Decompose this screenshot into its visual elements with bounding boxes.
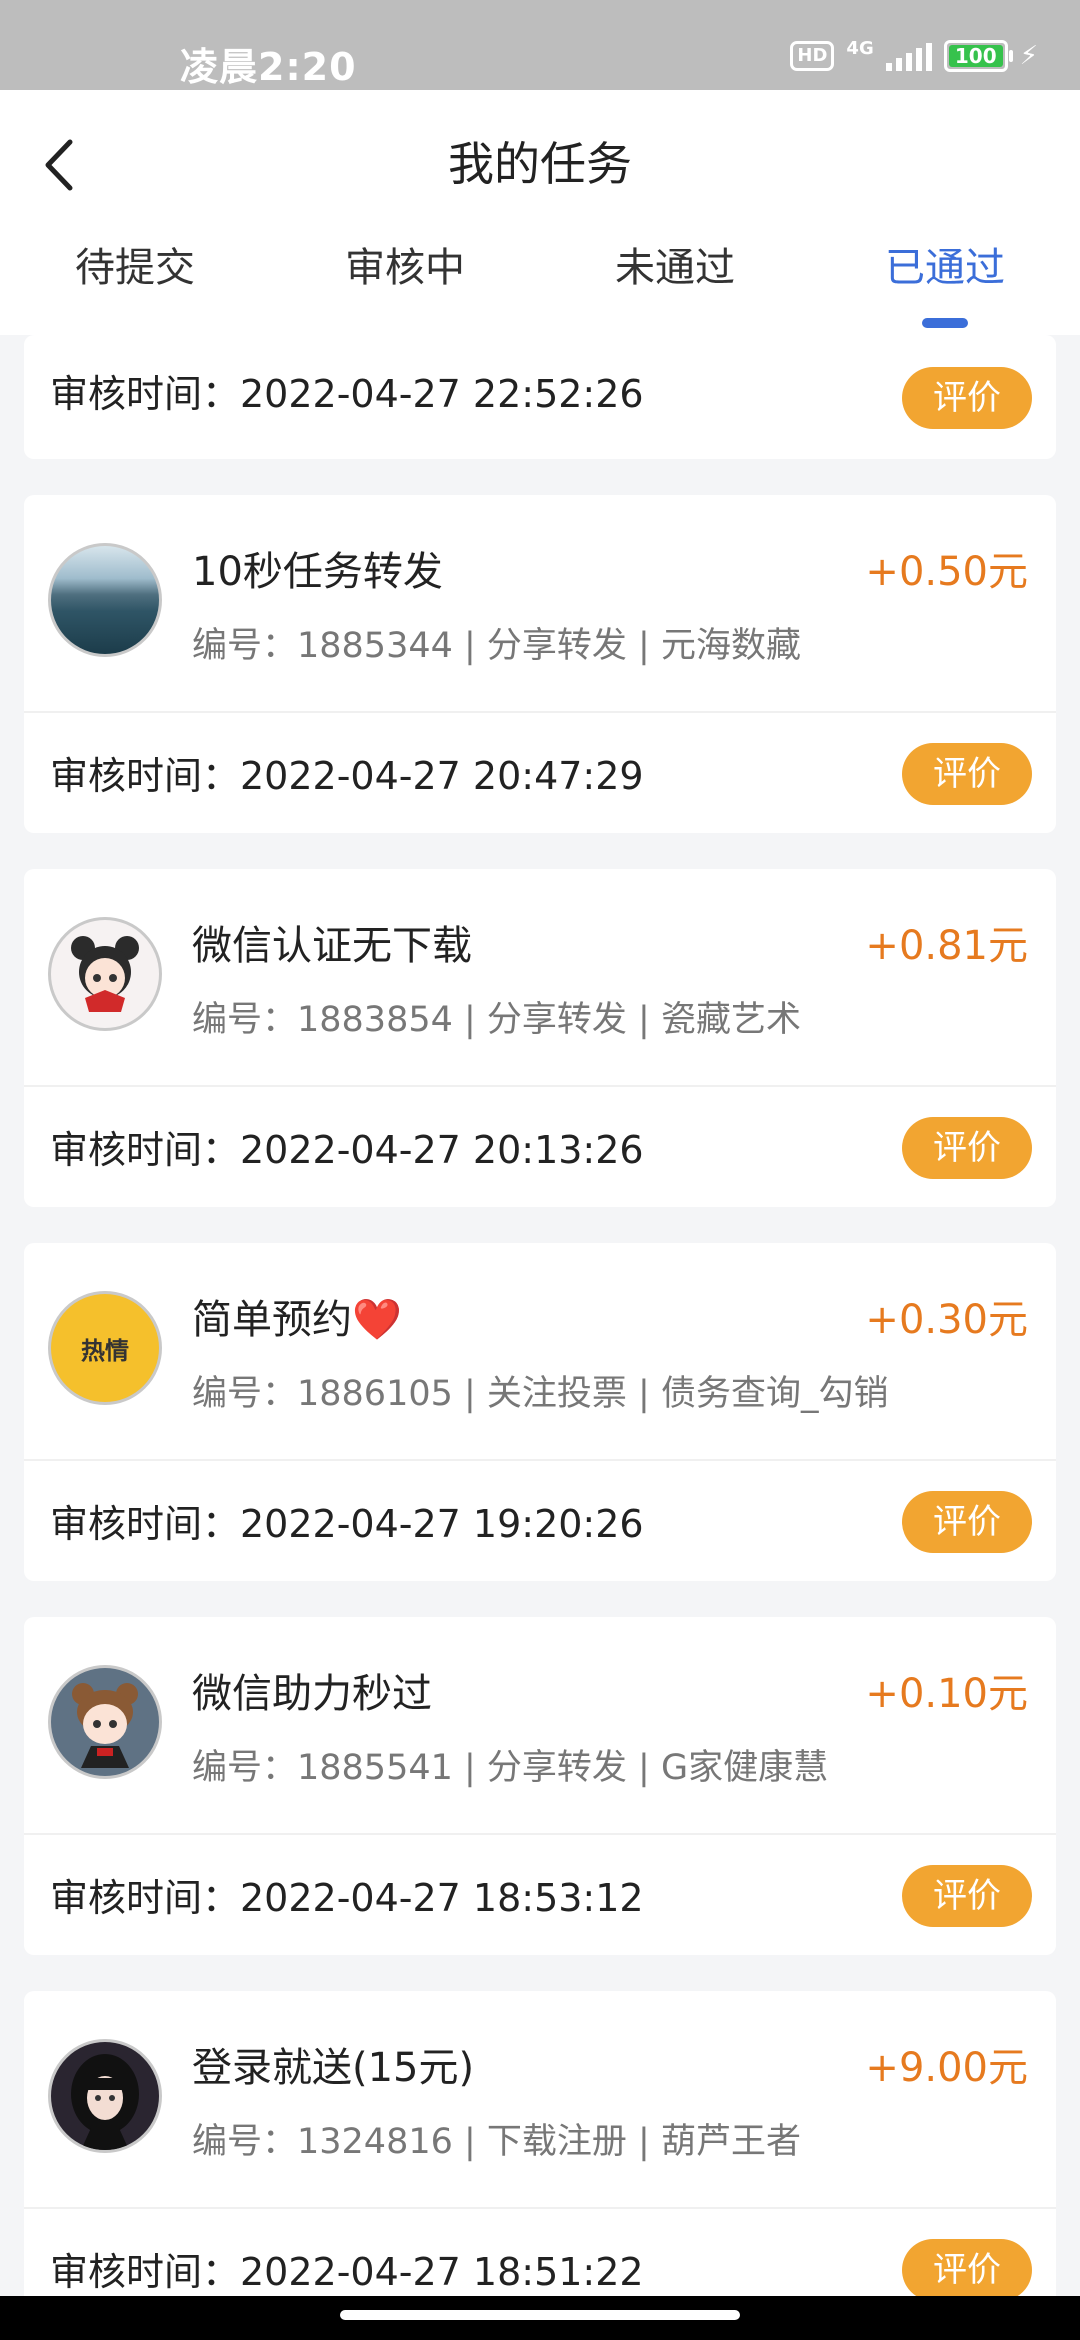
hot-badge-avatar: 热情 [48, 1291, 162, 1405]
app-header: 我的任务 待提交 审核中 未通过 已通过 [0, 90, 1080, 335]
cartoon-girl-avatar [48, 917, 162, 1031]
tab-pending-submit[interactable]: 待提交 [0, 238, 270, 335]
task-reward: +0.10元 [865, 1671, 1028, 1717]
tab-label: 未通过 [615, 245, 735, 291]
review-time: 审核时间：2022-04-27 22:52:26 [50, 372, 644, 416]
hd-icon: HD [790, 41, 835, 71]
task-card[interactable]: 登录就送(15元) +9.00元 编号：1324816 | 下载注册 | 葫芦王… [24, 1991, 1056, 2329]
task-meta: 编号：1324816 | 下载注册 | 葫芦王者 [192, 2122, 801, 2162]
review-time: 审核时间：2022-04-27 18:53:12 [50, 1876, 644, 1920]
signal-icon [885, 41, 932, 71]
battery-level: 100 [954, 44, 997, 68]
network-type: 4G [846, 38, 874, 59]
task-reward: +0.30元 [865, 1297, 1028, 1343]
active-tab-indicator [922, 318, 968, 328]
task-name: 登录就送(15元) [192, 2045, 475, 2091]
avatar-text: 热情 [81, 1336, 129, 1365]
tab-label: 审核中 [345, 245, 465, 291]
review-time: 审核时间：2022-04-27 19:20:26 [50, 1502, 644, 1546]
rate-button[interactable]: 评价 [902, 1491, 1032, 1553]
task-card-partial[interactable]: 审核时间：2022-04-27 22:52:26 评价 [24, 335, 1056, 459]
page-title: 我的任务 [448, 137, 632, 191]
task-name: 微信助力秒过 [192, 1671, 432, 1717]
tab-bar: 待提交 审核中 未通过 已通过 [0, 238, 1080, 335]
status-icons: HD 4G 100 ⚡ [790, 40, 1038, 72]
tab-label: 已通过 [885, 245, 1005, 291]
task-name: 简单预约❤️ [192, 1287, 402, 1345]
photo-girl-avatar [48, 2039, 162, 2153]
task-name-text: 简单预约 [192, 1297, 352, 1343]
task-card[interactable]: 热情 简单预约❤️ +0.30元 编号：1886105 | 关注投票 | 债务查… [24, 1243, 1056, 1581]
rate-button[interactable]: 评价 [902, 2239, 1032, 2301]
status-bar: 凌晨2:20 HD 4G 100 ⚡ [0, 0, 1080, 90]
home-indicator[interactable] [340, 2310, 740, 2320]
task-meta: 编号：1885541 | 分享转发 | G家健康慧 [192, 1748, 829, 1788]
tab-approved[interactable]: 已通过 [810, 238, 1080, 335]
task-reward: +9.00元 [865, 2045, 1028, 2091]
review-time: 审核时间：2022-04-27 18:51:22 [50, 2250, 644, 2294]
task-name: 微信认证无下载 [192, 923, 472, 969]
landscape-avatar [48, 543, 162, 657]
status-time: 凌晨2:20 [180, 45, 357, 89]
rate-button[interactable]: 评价 [902, 367, 1032, 429]
battery-icon: 100 [943, 40, 1013, 72]
cartoon-boy-avatar [48, 1665, 162, 1779]
task-meta: 编号：1886105 | 关注投票 | 债务查询_勾销 [192, 1374, 889, 1414]
task-card[interactable]: 微信认证无下载 +0.81元 编号：1883854 | 分享转发 | 瓷藏艺术 … [24, 869, 1056, 1207]
rate-button[interactable]: 评价 [902, 743, 1032, 805]
task-meta: 编号：1883854 | 分享转发 | 瓷藏艺术 [192, 1000, 801, 1040]
task-reward: +0.50元 [865, 549, 1028, 595]
rate-button[interactable]: 评价 [902, 1117, 1032, 1179]
charging-icon: ⚡ [1019, 41, 1038, 71]
tab-label: 待提交 [75, 245, 195, 291]
gesture-navigation-bar [0, 2296, 1080, 2340]
task-card[interactable]: 微信助力秒过 +0.10元 编号：1885541 | 分享转发 | G家健康慧 … [24, 1617, 1056, 1955]
review-time: 审核时间：2022-04-27 20:47:29 [50, 754, 644, 798]
tab-under-review[interactable]: 审核中 [270, 238, 540, 335]
task-meta: 编号：1885344 | 分享转发 | 元海数藏 [192, 626, 801, 666]
task-card[interactable]: 10秒任务转发 +0.50元 编号：1885344 | 分享转发 | 元海数藏 … [24, 495, 1056, 833]
rate-button[interactable]: 评价 [902, 1865, 1032, 1927]
task-reward: +0.81元 [865, 923, 1028, 969]
review-time: 审核时间：2022-04-27 20:13:26 [50, 1128, 644, 1172]
tab-rejected[interactable]: 未通过 [540, 238, 810, 335]
heart-icon: ❤️ [352, 1297, 402, 1343]
task-name: 10秒任务转发 [192, 549, 443, 595]
